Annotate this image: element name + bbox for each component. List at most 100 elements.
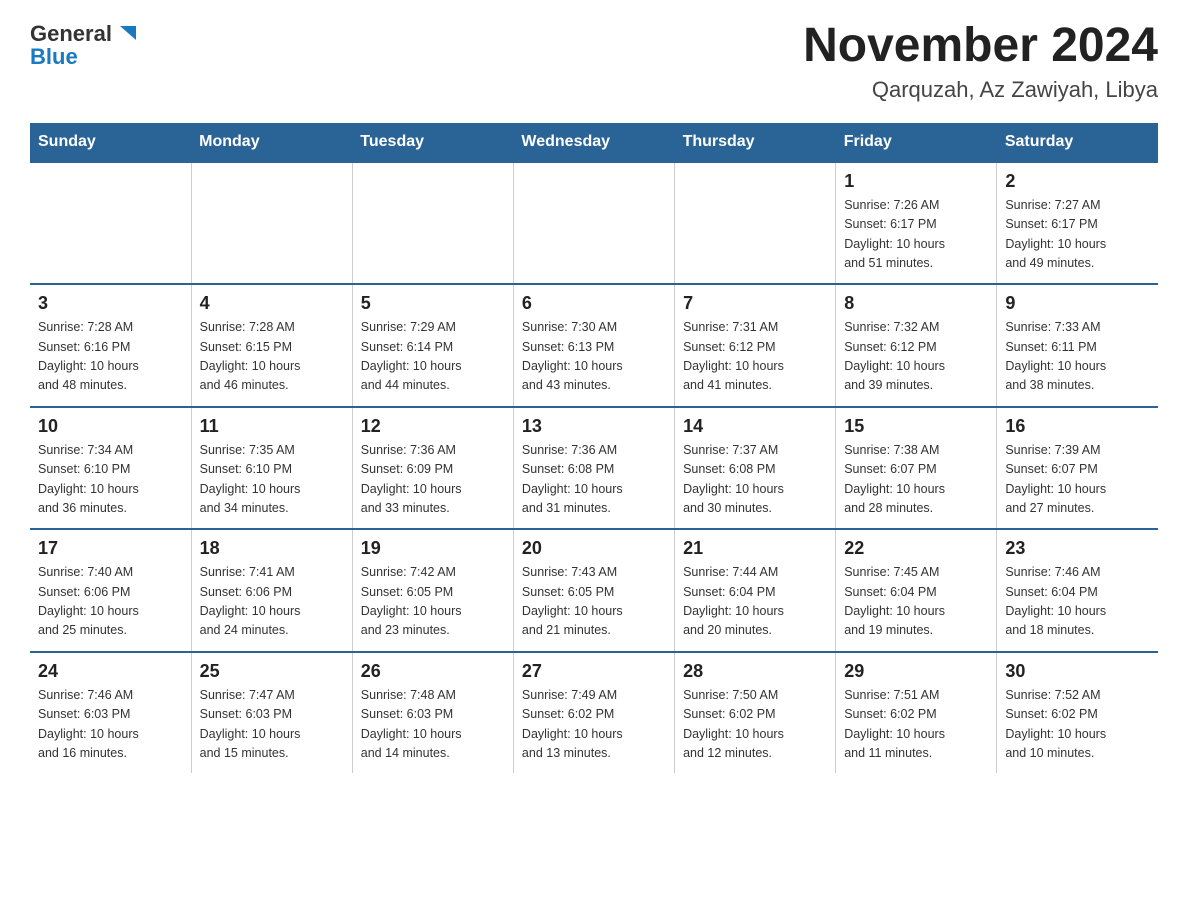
day-number: 4 xyxy=(200,293,344,314)
day-info: Sunrise: 7:42 AM Sunset: 6:05 PM Dayligh… xyxy=(361,563,505,641)
day-number: 5 xyxy=(361,293,505,314)
day-number: 21 xyxy=(683,538,827,559)
day-of-week-header: Saturday xyxy=(997,123,1158,162)
day-number: 8 xyxy=(844,293,988,314)
day-info: Sunrise: 7:44 AM Sunset: 6:04 PM Dayligh… xyxy=(683,563,827,641)
calendar-cell: 15 Sunrise: 7:38 AM Sunset: 6:07 PM Dayli… xyxy=(836,407,997,530)
day-of-week-header: Wednesday xyxy=(513,123,674,162)
day-info: Sunrise: 7:48 AM Sunset: 6:03 PM Dayligh… xyxy=(361,686,505,764)
logo: General Blue xyxy=(30,20,142,70)
calendar-cell: 5Sunrise: 7:29 AM Sunset: 6:14 PM Daylig… xyxy=(352,284,513,407)
title-section: November 2024 Qarquzah, Az Zawiyah, Liby… xyxy=(803,20,1158,103)
day-number: 15 xyxy=(844,416,988,437)
day-info: Sunrise: 7:27 AM Sunset: 6:17 PM Dayligh… xyxy=(1005,196,1150,274)
calendar-cell: 4Sunrise: 7:28 AM Sunset: 6:15 PM Daylig… xyxy=(191,284,352,407)
day-number: 18 xyxy=(200,538,344,559)
day-number: 26 xyxy=(361,661,505,682)
calendar-week-row: 3Sunrise: 7:28 AM Sunset: 6:16 PM Daylig… xyxy=(30,284,1158,407)
day-info: Sunrise: 7:46 AM Sunset: 6:03 PM Dayligh… xyxy=(38,686,183,764)
calendar-week-row: 10 Sunrise: 7:34 AM Sunset: 6:10 PM Dayli… xyxy=(30,407,1158,530)
calendar-cell: 10 Sunrise: 7:34 AM Sunset: 6:10 PM Dayli… xyxy=(30,407,191,530)
calendar-week-row: 1Sunrise: 7:26 AM Sunset: 6:17 PM Daylig… xyxy=(30,162,1158,285)
day-info: Sunrise: 7:33 AM Sunset: 6:11 PM Dayligh… xyxy=(1005,318,1150,396)
day-info: Sunrise: 7:52 AM Sunset: 6:02 PM Dayligh… xyxy=(1005,686,1150,764)
day-info: Sunrise: 7:30 AM Sunset: 6:13 PM Dayligh… xyxy=(522,318,666,396)
calendar-cell: 29 Sunrise: 7:51 AM Sunset: 6:02 PM Dayli… xyxy=(836,652,997,774)
day-number: 11 xyxy=(200,416,344,437)
calendar-cell: 27 Sunrise: 7:49 AM Sunset: 6:02 PM Dayli… xyxy=(513,652,674,774)
day-info: Sunrise: 7:46 AM Sunset: 6:04 PM Dayligh… xyxy=(1005,563,1150,641)
day-number: 27 xyxy=(522,661,666,682)
calendar-cell xyxy=(675,162,836,285)
calendar-cell: 30 Sunrise: 7:52 AM Sunset: 6:02 PM Dayli… xyxy=(997,652,1158,774)
day-info: Sunrise: 7:34 AM Sunset: 6:10 PM Dayligh… xyxy=(38,441,183,519)
day-info: Sunrise: 7:45 AM Sunset: 6:04 PM Dayligh… xyxy=(844,563,988,641)
day-info: Sunrise: 7:41 AM Sunset: 6:06 PM Dayligh… xyxy=(200,563,344,641)
day-of-week-header: Sunday xyxy=(30,123,191,162)
day-info: Sunrise: 7:50 AM Sunset: 6:02 PM Dayligh… xyxy=(683,686,827,764)
day-number: 29 xyxy=(844,661,988,682)
day-info: Sunrise: 7:47 AM Sunset: 6:03 PM Dayligh… xyxy=(200,686,344,764)
day-info: Sunrise: 7:43 AM Sunset: 6:05 PM Dayligh… xyxy=(522,563,666,641)
calendar-cell: 6Sunrise: 7:30 AM Sunset: 6:13 PM Daylig… xyxy=(513,284,674,407)
calendar-cell: 2 Sunrise: 7:27 AM Sunset: 6:17 PM Daylig… xyxy=(997,162,1158,285)
calendar-week-row: 24Sunrise: 7:46 AM Sunset: 6:03 PM Dayli… xyxy=(30,652,1158,774)
day-info: Sunrise: 7:51 AM Sunset: 6:02 PM Dayligh… xyxy=(844,686,988,764)
calendar-cell: 25 Sunrise: 7:47 AM Sunset: 6:03 PM Dayli… xyxy=(191,652,352,774)
month-title: November 2024 xyxy=(803,20,1158,73)
calendar-cell: 9Sunrise: 7:33 AM Sunset: 6:11 PM Daylig… xyxy=(997,284,1158,407)
calendar-cell: 18 Sunrise: 7:41 AM Sunset: 6:06 PM Dayli… xyxy=(191,529,352,652)
page-header: General Blue November 2024 Qarquzah, Az … xyxy=(30,20,1158,103)
calendar-cell: 22 Sunrise: 7:45 AM Sunset: 6:04 PM Dayli… xyxy=(836,529,997,652)
day-info: Sunrise: 7:36 AM Sunset: 6:09 PM Dayligh… xyxy=(361,441,505,519)
day-number: 12 xyxy=(361,416,505,437)
calendar-cell: 28 Sunrise: 7:50 AM Sunset: 6:02 PM Dayli… xyxy=(675,652,836,774)
calendar-cell: 3Sunrise: 7:28 AM Sunset: 6:16 PM Daylig… xyxy=(30,284,191,407)
calendar-cell: 19Sunrise: 7:42 AM Sunset: 6:05 PM Dayli… xyxy=(352,529,513,652)
calendar-cell: 21 Sunrise: 7:44 AM Sunset: 6:04 PM Dayli… xyxy=(675,529,836,652)
calendar-week-row: 17 Sunrise: 7:40 AM Sunset: 6:06 PM Dayli… xyxy=(30,529,1158,652)
day-info: Sunrise: 7:49 AM Sunset: 6:02 PM Dayligh… xyxy=(522,686,666,764)
day-number: 10 xyxy=(38,416,183,437)
calendar-cell: 13 Sunrise: 7:36 AM Sunset: 6:08 PM Dayli… xyxy=(513,407,674,530)
day-of-week-header: Tuesday xyxy=(352,123,513,162)
day-number: 2 xyxy=(1005,171,1150,192)
calendar-cell: 26 Sunrise: 7:48 AM Sunset: 6:03 PM Dayli… xyxy=(352,652,513,774)
day-of-week-header: Monday xyxy=(191,123,352,162)
calendar-cell: 20 Sunrise: 7:43 AM Sunset: 6:05 PM Dayli… xyxy=(513,529,674,652)
day-number: 23 xyxy=(1005,538,1150,559)
day-number: 16 xyxy=(1005,416,1150,437)
day-info: Sunrise: 7:38 AM Sunset: 6:07 PM Dayligh… xyxy=(844,441,988,519)
day-info: Sunrise: 7:40 AM Sunset: 6:06 PM Dayligh… xyxy=(38,563,183,641)
day-info: Sunrise: 7:35 AM Sunset: 6:10 PM Dayligh… xyxy=(200,441,344,519)
calendar-table: SundayMondayTuesdayWednesdayThursdayFrid… xyxy=(30,123,1158,774)
calendar-cell: 23 Sunrise: 7:46 AM Sunset: 6:04 PM Dayli… xyxy=(997,529,1158,652)
day-number: 20 xyxy=(522,538,666,559)
day-number: 30 xyxy=(1005,661,1150,682)
calendar-cell: 8 Sunrise: 7:32 AM Sunset: 6:12 PM Daylig… xyxy=(836,284,997,407)
day-number: 3 xyxy=(38,293,183,314)
day-info: Sunrise: 7:39 AM Sunset: 6:07 PM Dayligh… xyxy=(1005,441,1150,519)
logo-icon xyxy=(114,20,142,48)
calendar-cell xyxy=(352,162,513,285)
day-number: 14 xyxy=(683,416,827,437)
calendar-cell xyxy=(191,162,352,285)
day-number: 25 xyxy=(200,661,344,682)
day-number: 13 xyxy=(522,416,666,437)
calendar-cell: 14 Sunrise: 7:37 AM Sunset: 6:08 PM Dayli… xyxy=(675,407,836,530)
day-number: 28 xyxy=(683,661,827,682)
calendar-cell: 1Sunrise: 7:26 AM Sunset: 6:17 PM Daylig… xyxy=(836,162,997,285)
calendar-cell: 7Sunrise: 7:31 AM Sunset: 6:12 PM Daylig… xyxy=(675,284,836,407)
day-of-week-header: Friday xyxy=(836,123,997,162)
calendar-cell xyxy=(30,162,191,285)
day-info: Sunrise: 7:32 AM Sunset: 6:12 PM Dayligh… xyxy=(844,318,988,396)
location-title: Qarquzah, Az Zawiyah, Libya xyxy=(803,77,1158,103)
day-info: Sunrise: 7:31 AM Sunset: 6:12 PM Dayligh… xyxy=(683,318,827,396)
day-info: Sunrise: 7:36 AM Sunset: 6:08 PM Dayligh… xyxy=(522,441,666,519)
calendar-cell xyxy=(513,162,674,285)
day-number: 22 xyxy=(844,538,988,559)
day-number: 17 xyxy=(38,538,183,559)
calendar-cell: 16 Sunrise: 7:39 AM Sunset: 6:07 PM Dayli… xyxy=(997,407,1158,530)
day-info: Sunrise: 7:37 AM Sunset: 6:08 PM Dayligh… xyxy=(683,441,827,519)
calendar-cell: 24Sunrise: 7:46 AM Sunset: 6:03 PM Dayli… xyxy=(30,652,191,774)
